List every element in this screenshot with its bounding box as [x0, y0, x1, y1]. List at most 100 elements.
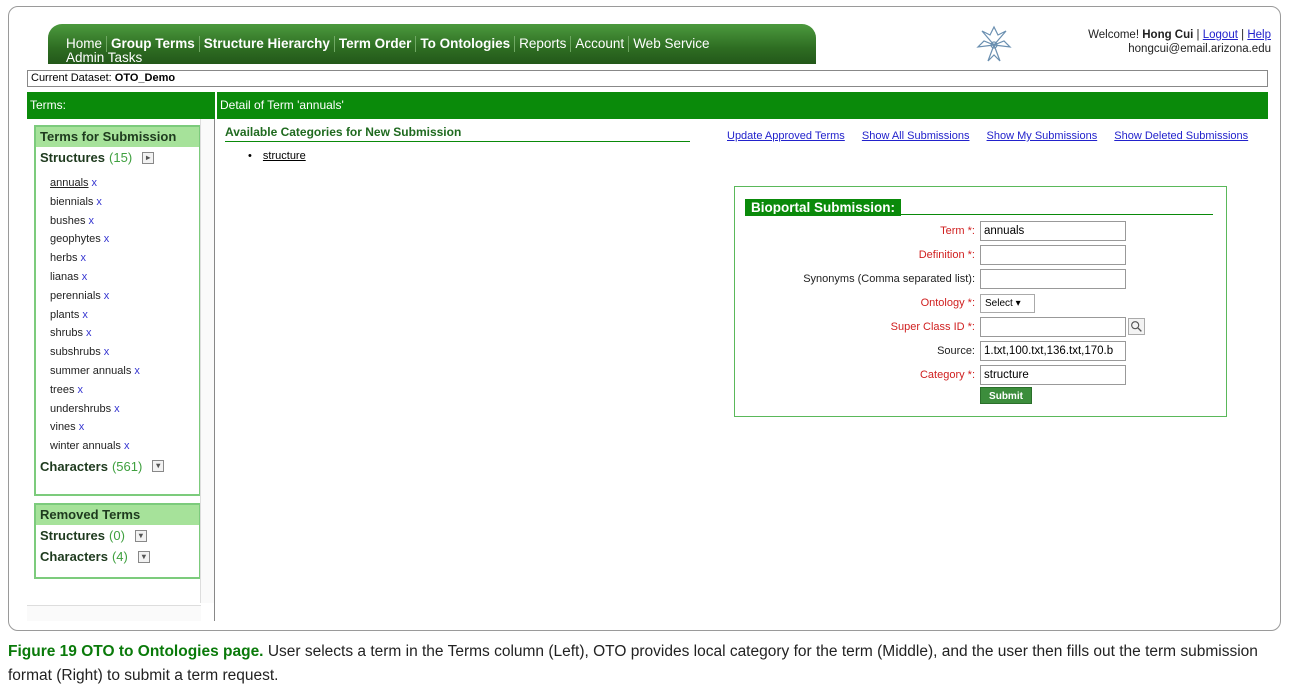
- characters-group[interactable]: Characters (561) ▾: [36, 456, 199, 477]
- figure-label: Figure 19 OTO to Ontologies page.: [8, 643, 264, 660]
- update-approved-terms-link[interactable]: Update Approved Terms: [727, 130, 845, 142]
- nav-account[interactable]: Account: [571, 36, 630, 52]
- removed-panel-title: Removed Terms: [36, 505, 199, 525]
- source-field[interactable]: [980, 341, 1126, 361]
- synonyms-field[interactable]: [980, 269, 1126, 289]
- nav-web-service[interactable]: Web Service: [629, 36, 713, 52]
- source-label: Source:: [937, 345, 975, 357]
- definition-row: Definition *:: [735, 245, 1228, 267]
- term-item[interactable]: plants x: [50, 306, 199, 325]
- separator: |: [1241, 29, 1245, 41]
- remove-icon[interactable]: x: [77, 384, 83, 396]
- category-item[interactable]: structure: [263, 150, 306, 162]
- nav-reports[interactable]: Reports: [515, 36, 572, 52]
- ontology-selected: Select: [985, 298, 1013, 309]
- terms-column: Terms for Submission Structures (15) ▸ a…: [27, 119, 215, 621]
- collapse-arrow-icon[interactable]: ▾: [152, 460, 165, 473]
- superclass-label: Super Class ID *:: [890, 321, 975, 333]
- submit-button[interactable]: Submit: [980, 387, 1032, 404]
- bioportal-submission-form: Bioportal Submission: Term *: Definition…: [734, 186, 1227, 417]
- term-item[interactable]: vines x: [50, 418, 199, 437]
- remove-icon[interactable]: x: [86, 327, 92, 339]
- category-list: • structure: [248, 150, 306, 162]
- ontology-label: Ontology *:: [920, 297, 975, 309]
- remove-icon[interactable]: x: [82, 271, 88, 283]
- search-icon[interactable]: [1128, 318, 1145, 335]
- nav-to-ontologies[interactable]: To Ontologies: [416, 36, 516, 52]
- category-label: Category *:: [919, 369, 975, 381]
- ontology-select[interactable]: Select ▾: [980, 294, 1035, 313]
- show-all-submissions-link[interactable]: Show All Submissions: [862, 130, 970, 142]
- term-item[interactable]: undershrubs x: [50, 400, 199, 419]
- remove-icon[interactable]: x: [104, 233, 110, 245]
- collapse-arrow-icon[interactable]: ▾: [137, 550, 150, 563]
- term-item[interactable]: bushes x: [50, 212, 199, 231]
- structures-label: Structures: [40, 150, 106, 165]
- remove-icon[interactable]: x: [104, 290, 110, 302]
- synonyms-label: Synonyms (Comma separated list):: [803, 273, 975, 285]
- remove-icon[interactable]: x: [96, 196, 102, 208]
- welcome-text: Welcome!: [1088, 29, 1140, 41]
- remove-icon[interactable]: x: [82, 309, 88, 321]
- term-field[interactable]: [980, 221, 1126, 241]
- nav-admin-tasks[interactable]: Admin Tasks: [62, 50, 146, 65]
- show-my-submissions-link[interactable]: Show My Submissions: [987, 130, 1098, 142]
- collapse-arrow-icon[interactable]: ▾: [134, 529, 147, 542]
- terms-for-submission-panel: Terms for Submission Structures (15) ▸ a…: [34, 125, 201, 496]
- nav-structure-hierarchy[interactable]: Structure Hierarchy: [200, 36, 335, 52]
- source-row: Source:: [735, 341, 1228, 363]
- term-item[interactable]: subshrubs x: [50, 343, 199, 362]
- category-field[interactable]: [980, 365, 1126, 385]
- submission-panel-title: Terms for Submission: [36, 127, 199, 147]
- superclass-field[interactable]: [980, 317, 1126, 337]
- term-item[interactable]: trees x: [50, 381, 199, 400]
- remove-icon[interactable]: x: [79, 421, 85, 433]
- user-name: Hong Cui: [1142, 29, 1194, 41]
- definition-label: Definition *:: [918, 249, 975, 261]
- term-item[interactable]: biennials x: [50, 193, 199, 212]
- nav-term-order[interactable]: Term Order: [335, 36, 417, 52]
- structure-term-list: annuals x biennials x bushes x geophytes x h…: [36, 174, 199, 456]
- term-label: Term *:: [940, 225, 975, 237]
- remove-icon[interactable]: x: [134, 365, 140, 377]
- flower-logo-icon: [976, 25, 1012, 62]
- term-item[interactable]: shrubs x: [50, 324, 199, 343]
- remove-icon[interactable]: x: [92, 177, 98, 189]
- user-welcome: Welcome! Hong Cui | Logout | Help hongcu…: [1088, 28, 1271, 56]
- term-item[interactable]: perennials x: [50, 287, 199, 306]
- remove-icon[interactable]: x: [81, 252, 87, 264]
- synonyms-row: Synonyms (Comma separated list):: [735, 269, 1228, 291]
- term-item[interactable]: annuals x: [50, 174, 199, 193]
- removed-structures-label: Structures: [40, 528, 106, 543]
- dataset-value: OTO_Demo: [114, 72, 176, 84]
- remove-icon[interactable]: x: [114, 403, 120, 415]
- removed-characters-group[interactable]: Characters (4) ▾: [36, 546, 199, 567]
- terms-heading: Terms:: [27, 92, 215, 119]
- separator: |: [1196, 29, 1200, 41]
- divider: [745, 214, 1213, 215]
- term-item[interactable]: winter annuals x: [50, 437, 199, 456]
- characters-count: (561): [111, 458, 143, 474]
- structures-group[interactable]: Structures (15) ▸: [36, 147, 199, 168]
- horizontal-scrollbar[interactable]: [27, 605, 201, 621]
- remove-icon[interactable]: x: [124, 440, 130, 452]
- removed-characters-count: (4): [111, 549, 128, 564]
- main-navigation: Home Group Terms Structure Hierarchy Ter…: [48, 24, 816, 65]
- term-item[interactable]: lianas x: [50, 268, 199, 287]
- user-email: hongcui@email.arizona.edu: [1128, 43, 1271, 55]
- vertical-scrollbar[interactable]: [200, 119, 214, 603]
- remove-icon[interactable]: x: [88, 215, 94, 227]
- remove-icon[interactable]: x: [104, 346, 110, 358]
- help-link[interactable]: Help: [1247, 29, 1271, 41]
- term-item[interactable]: herbs x: [50, 249, 199, 268]
- expand-arrow-icon[interactable]: ▸: [142, 151, 155, 164]
- available-categories-title: Available Categories for New Submission: [225, 125, 690, 142]
- definition-field[interactable]: [980, 245, 1126, 265]
- term-item[interactable]: summer annuals x: [50, 362, 199, 381]
- logout-link[interactable]: Logout: [1203, 29, 1238, 41]
- term-item[interactable]: geophytes x: [50, 230, 199, 249]
- removed-structures-group[interactable]: Structures (0) ▾: [36, 525, 199, 546]
- show-deleted-submissions-link[interactable]: Show Deleted Submissions: [1114, 130, 1248, 142]
- term-row: Term *:: [735, 221, 1228, 243]
- category-row: Category *:: [735, 365, 1228, 387]
